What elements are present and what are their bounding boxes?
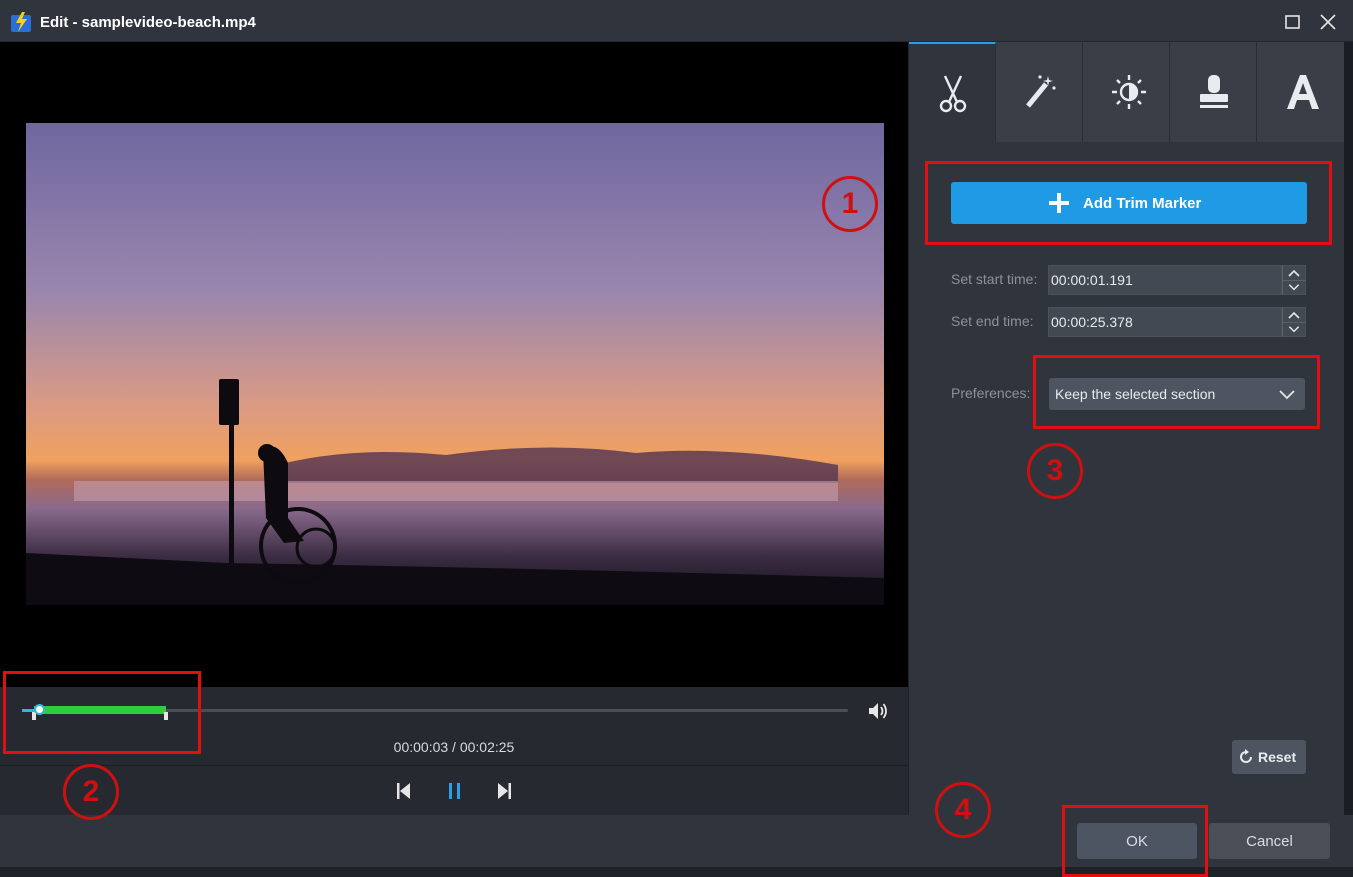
tab-watermark[interactable]	[1170, 42, 1257, 142]
scissors-icon	[939, 75, 967, 113]
end-time-stepper[interactable]	[1282, 307, 1306, 337]
preferences-label: Preferences:	[951, 385, 1031, 401]
end-time-label: Set end time:	[951, 313, 1034, 329]
brightness-icon	[1112, 75, 1146, 109]
tab-text[interactable]	[1257, 42, 1344, 142]
maximize-icon[interactable]	[1283, 12, 1303, 32]
reset-icon	[1240, 749, 1252, 763]
text-icon	[1287, 75, 1319, 109]
spin-up-icon[interactable]	[1283, 266, 1305, 280]
cancel-button[interactable]: Cancel	[1209, 823, 1330, 859]
tab-adjust[interactable]	[1083, 42, 1170, 142]
side-edge	[1344, 42, 1353, 815]
annotation-box-preferences	[1033, 355, 1320, 429]
tab-trim[interactable]	[909, 42, 996, 142]
pause-icon[interactable]	[444, 780, 466, 802]
magic-wand-icon	[1026, 75, 1056, 108]
stamp-icon	[1200, 75, 1228, 108]
previous-frame-icon[interactable]	[394, 780, 416, 802]
next-frame-icon[interactable]	[492, 780, 514, 802]
app-logo-icon	[11, 12, 31, 32]
start-time-input[interactable]	[1048, 265, 1282, 295]
edit-tabs	[909, 42, 1344, 142]
annotation-number-1: 1	[822, 176, 878, 232]
title-bar: Edit - samplevideo-beach.mp4	[0, 0, 1353, 42]
divider	[0, 765, 908, 766]
video-preview	[0, 42, 908, 687]
start-time-label: Set start time:	[951, 271, 1038, 287]
spin-down-icon[interactable]	[1283, 322, 1305, 336]
annotation-box-trim-marker	[925, 161, 1332, 245]
end-time-input[interactable]	[1048, 307, 1282, 337]
spin-up-icon[interactable]	[1283, 308, 1305, 322]
annotation-number-2: 2	[63, 764, 119, 820]
start-time-stepper[interactable]	[1282, 265, 1306, 295]
volume-icon[interactable]	[867, 701, 889, 721]
close-icon[interactable]	[1318, 12, 1338, 32]
window-title: Edit - samplevideo-beach.mp4	[40, 14, 256, 31]
tab-effects[interactable]	[996, 42, 1083, 142]
annotation-box-ok	[1062, 805, 1208, 877]
reset-label: Reset	[1258, 749, 1297, 765]
annotation-box-timeline	[3, 671, 201, 754]
video-frame	[26, 123, 884, 605]
annotation-number-4: 4	[935, 782, 991, 838]
spin-down-icon[interactable]	[1283, 280, 1305, 294]
reset-button[interactable]: Reset	[1232, 740, 1306, 774]
annotation-number-3: 3	[1027, 443, 1083, 499]
